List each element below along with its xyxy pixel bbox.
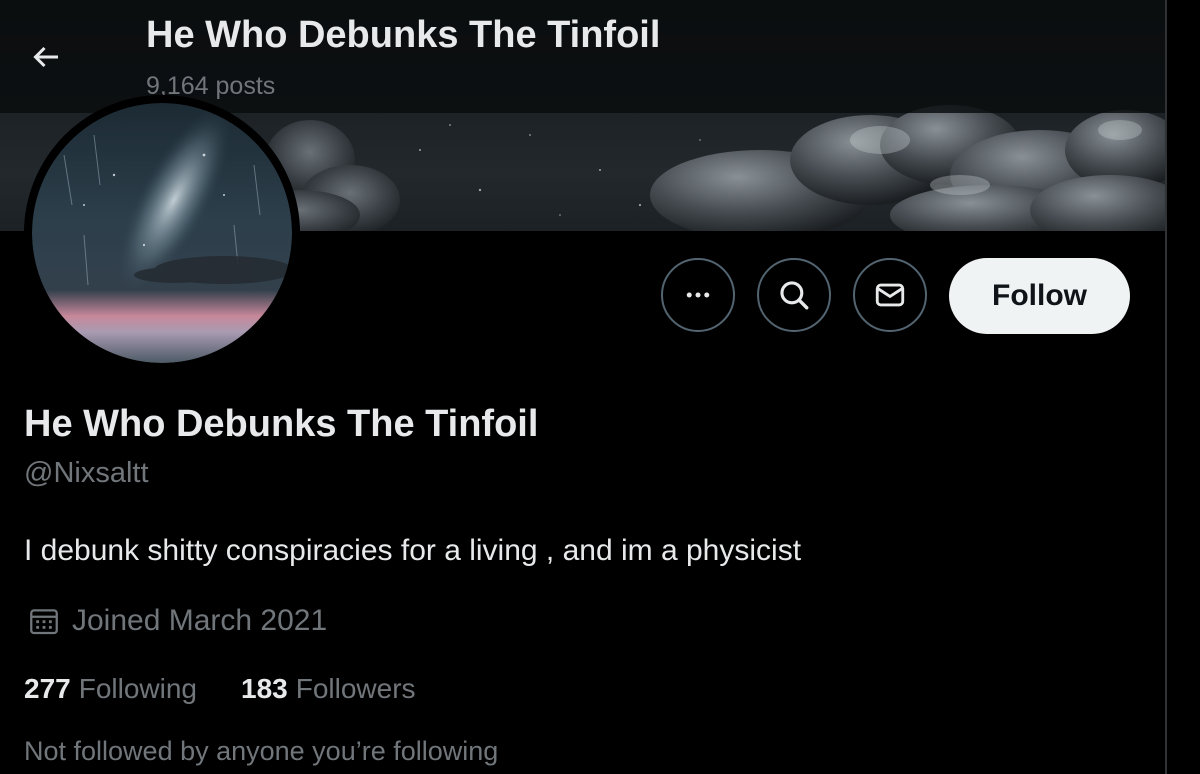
- following-count: 277: [24, 673, 71, 704]
- envelope-icon: [875, 283, 905, 307]
- user-handle: @Nixsaltt: [24, 457, 149, 489]
- join-date: Joined March 2021: [24, 601, 327, 641]
- message-button[interactable]: [853, 258, 927, 332]
- followers-count: 183: [241, 673, 288, 704]
- join-date-text: Joined March 2021: [72, 604, 328, 637]
- profile-column: He Who Debunks The Tinfoil 9,164 posts F…: [0, 0, 1165, 774]
- mutual-followers-note: Not followed by anyone you’re following: [24, 736, 499, 766]
- search-icon: [780, 281, 809, 310]
- display-name: He Who Debunks The Tinfoil: [24, 403, 539, 445]
- back-button[interactable]: [20, 34, 72, 80]
- more-button[interactable]: [661, 258, 735, 332]
- following-label: Following: [78, 673, 197, 704]
- follow-button[interactable]: Follow: [949, 258, 1130, 334]
- calendar-icon: [24, 601, 64, 641]
- header-title: He Who Debunks The Tinfoil: [146, 14, 661, 56]
- followers-link[interactable]: 183 Followers: [241, 673, 416, 705]
- followers-label: Followers: [295, 673, 416, 704]
- arrow-left-icon: [33, 46, 58, 68]
- avatar[interactable]: [24, 95, 300, 371]
- profile-bio: I debunk shitty conspiracies for a livin…: [24, 534, 802, 567]
- column-divider: [1165, 0, 1167, 774]
- following-link[interactable]: 277 Following: [24, 673, 197, 705]
- more-dots-icon: [686, 292, 710, 298]
- follow-stats: 277 Following 183 Followers: [24, 673, 416, 705]
- search-button[interactable]: [757, 258, 831, 332]
- avatar-image: [24, 95, 300, 371]
